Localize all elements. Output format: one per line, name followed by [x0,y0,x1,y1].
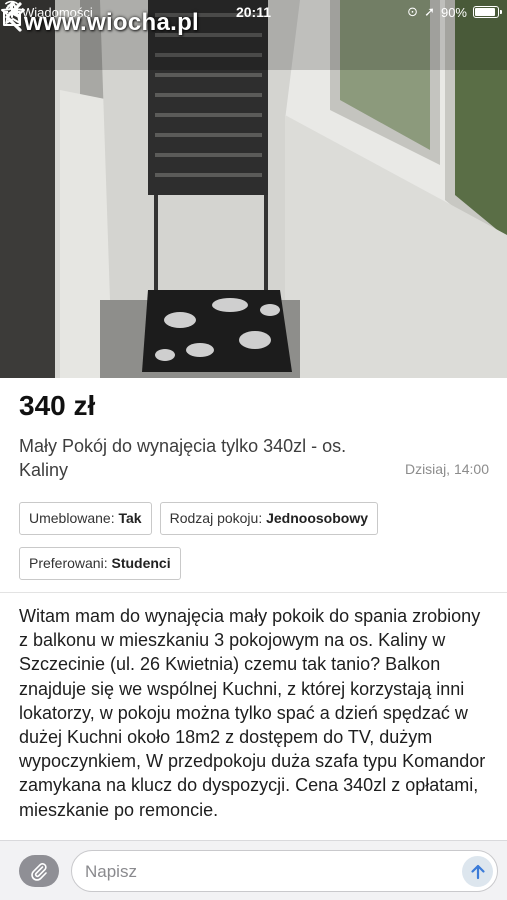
param-value: Studenci [111,555,171,571]
param-label: Preferowani: [29,555,108,571]
paperclip-icon [31,863,47,881]
listing-description: Witam mam do wynajęcia mały pokoik do sp… [19,606,486,820]
listing-date: Dzisiaj, 14:00 [404,461,489,477]
battery-icon [473,6,502,18]
send-button[interactable] [462,856,493,887]
share-icon[interactable] [0,0,24,28]
orientation-lock-icon: ⊙ [407,4,419,19]
attach-button[interactable] [19,855,59,887]
listing-params: Umeblowane: Tak Rodzaj pokoju: Jednoosob… [19,502,489,580]
message-placeholder: Napisz [85,862,137,881]
param-value: Jednoosobowy [266,510,369,526]
message-input[interactable]: Napisz [71,850,498,892]
battery-level [475,8,495,16]
watermark: www.wiocha.pl [24,9,200,36]
arrow-up-icon [470,864,485,879]
listing-price: 340 zł [19,390,96,421]
param-label: Umeblowane: [29,510,115,526]
param-preferred: Preferowani: Studenci [19,547,181,580]
balcony-room-image [0,0,507,378]
param-label: Rodzaj pokoju: [169,510,263,526]
message-bar: Napisz [0,840,507,900]
listing-photo[interactable]: ◀ Wiadomości 20:11 ⊙ ➚ 90% www.wiocha.pl [0,0,507,378]
divider [0,592,507,593]
param-furnished: Umeblowane: Tak [19,502,152,535]
param-value: Tak [118,510,142,526]
listing-title: Mały Pokój do wynajęcia tylko 340zl - os… [19,436,347,480]
battery-percent: 90% [440,4,467,20]
param-room-type: Rodzaj pokoju: Jednoosobowy [159,502,379,535]
location-icon: ➚ [424,4,435,19]
